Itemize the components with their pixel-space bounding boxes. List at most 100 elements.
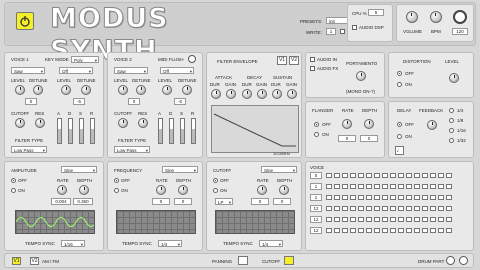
seq-step[interactable]	[374, 173, 380, 178]
seq-step[interactable]	[438, 206, 444, 211]
seq-step[interactable]	[326, 228, 332, 233]
seq-step[interactable]	[334, 195, 340, 200]
seq-step[interactable]	[422, 217, 428, 222]
distortion-on-radio[interactable]	[397, 82, 402, 87]
seq-step[interactable]	[398, 228, 404, 233]
seq-step[interactable]	[326, 173, 332, 178]
seq-step[interactable]	[414, 217, 420, 222]
voice1-release-slider[interactable]	[90, 118, 95, 144]
seq-step[interactable]	[438, 228, 444, 233]
seq-step[interactable]	[382, 206, 388, 211]
seq-step[interactable]	[326, 195, 332, 200]
delay-feedback-knob[interactable]	[427, 120, 437, 130]
seq-step[interactable]	[342, 173, 348, 178]
seq-step[interactable]	[414, 195, 420, 200]
seq-step[interactable]	[438, 184, 444, 189]
voice2-detune2-knob[interactable]	[182, 85, 192, 95]
seq-step[interactable]	[334, 184, 340, 189]
seq-step[interactable]	[382, 228, 388, 233]
seq-step[interactable]	[350, 184, 356, 189]
voice1-cutoff-knob[interactable]	[15, 118, 25, 128]
voice1-decay-slider[interactable]	[68, 118, 73, 144]
seq-step[interactable]	[422, 184, 428, 189]
seq-step[interactable]	[422, 195, 428, 200]
drum-part-prev-button[interactable]	[446, 256, 455, 265]
seq-step[interactable]	[430, 228, 436, 233]
seq-step[interactable]	[430, 217, 436, 222]
cutoff-lfo-wave-select[interactable]: Sine	[261, 166, 297, 173]
seq-step[interactable]	[406, 195, 412, 200]
portamento-knob[interactable]	[356, 71, 366, 81]
seq-step[interactable]	[326, 206, 332, 211]
seq-row-6[interactable]	[326, 228, 452, 233]
seq-step[interactable]	[398, 173, 404, 178]
seq-row-2-value[interactable]: 1	[310, 183, 322, 190]
voice1-sustain-slider[interactable]	[79, 118, 84, 144]
frequency-off-radio[interactable]	[114, 178, 119, 183]
attack-dur-knob[interactable]	[211, 89, 221, 99]
flanger-depth-knob[interactable]	[364, 119, 374, 129]
voice1-oct2[interactable]: -5	[73, 98, 85, 105]
voice2-res-knob[interactable]	[138, 118, 148, 128]
seq-step[interactable]	[366, 206, 372, 211]
cutoff-lfo-off-radio[interactable]	[213, 178, 218, 183]
panning-toggle[interactable]	[238, 256, 248, 265]
seq-step[interactable]	[342, 217, 348, 222]
seq-step[interactable]	[358, 173, 364, 178]
delay-opt3-radio[interactable]	[449, 128, 454, 133]
seq-step[interactable]	[446, 206, 452, 211]
seq-row-4-value[interactable]: 12	[310, 205, 322, 212]
amplitude-rate-knob[interactable]	[57, 185, 67, 195]
audio-dsp-checkbox[interactable]	[352, 25, 357, 30]
seq-step[interactable]	[350, 206, 356, 211]
footer-v1-button[interactable]: V1	[12, 257, 21, 265]
seq-step[interactable]	[430, 173, 436, 178]
footer-v2-button[interactable]: V2	[30, 257, 39, 265]
amplitude-depth-knob[interactable]	[79, 185, 89, 195]
seq-step[interactable]	[398, 184, 404, 189]
seq-step[interactable]	[406, 184, 412, 189]
midi-flush-button[interactable]	[188, 55, 196, 63]
amplitude-on-radio[interactable]	[11, 188, 16, 193]
flanger-rate-knob[interactable]	[342, 119, 352, 129]
seq-step[interactable]	[414, 206, 420, 211]
delay-on-radio[interactable]	[397, 134, 402, 139]
voice1-detune1-knob[interactable]	[33, 85, 43, 95]
seq-step[interactable]	[414, 184, 420, 189]
seq-row-3[interactable]	[326, 195, 452, 200]
seq-row-3-value[interactable]: 1	[310, 194, 322, 201]
voice1-res-knob[interactable]	[35, 118, 45, 128]
seq-step[interactable]	[374, 195, 380, 200]
frequency-rate-knob[interactable]	[156, 185, 166, 195]
seq-step[interactable]	[438, 217, 444, 222]
amplitude-depth-value[interactable]: 0.360	[73, 198, 93, 205]
flanger-on-radio[interactable]	[314, 132, 319, 137]
seq-step[interactable]	[342, 195, 348, 200]
voice1-detune2-knob[interactable]	[81, 85, 91, 95]
seq-step[interactable]	[406, 217, 412, 222]
attack-gain-knob[interactable]	[226, 89, 236, 99]
voice2-decay-slider[interactable]	[169, 118, 174, 144]
cutoff-lfo-rate-knob[interactable]	[257, 185, 267, 195]
seq-step[interactable]	[358, 217, 364, 222]
seq-row-1[interactable]	[326, 173, 452, 178]
seq-row-5[interactable]	[326, 217, 452, 222]
delay-note-icon[interactable]: ♩	[395, 146, 404, 155]
audio-fx-checkbox[interactable]	[310, 66, 315, 71]
write-checkbox[interactable]	[340, 29, 345, 34]
seq-step[interactable]	[398, 206, 404, 211]
seq-step[interactable]	[382, 217, 388, 222]
seq-step[interactable]	[390, 217, 396, 222]
cutoff-lfo-depth-value[interactable]: 0	[273, 198, 291, 205]
seq-step[interactable]	[430, 184, 436, 189]
seq-step[interactable]	[358, 206, 364, 211]
voice2-wave2-select[interactable]: Off	[160, 67, 194, 74]
voice1-level1-knob[interactable]	[15, 85, 25, 95]
seq-step[interactable]	[430, 195, 436, 200]
seq-step[interactable]	[350, 173, 356, 178]
seq-step[interactable]	[438, 195, 444, 200]
voice2-oct2[interactable]: -5	[174, 98, 186, 105]
seq-step[interactable]	[446, 217, 452, 222]
cutoff-lfo-depth-knob[interactable]	[279, 185, 289, 195]
power-button[interactable]	[16, 12, 34, 30]
